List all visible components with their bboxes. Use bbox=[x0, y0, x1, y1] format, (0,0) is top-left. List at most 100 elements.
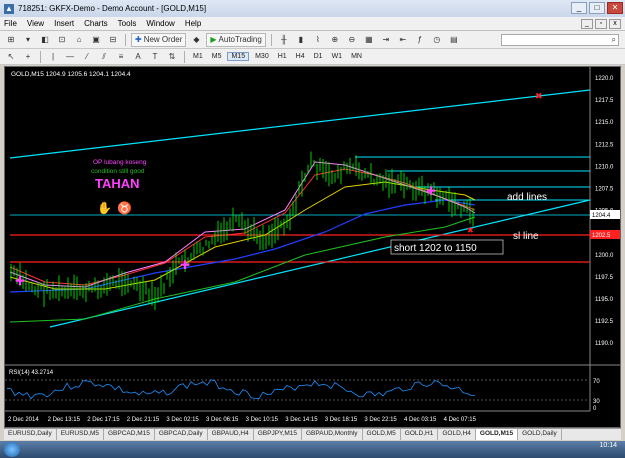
drawing-toolbar: ↖ + | — ⁄ ⫽ ≡ A T ⇅ M1 M5 M15 M30 H1 H4 … bbox=[0, 49, 625, 65]
data-window-icon[interactable]: ⊡ bbox=[55, 33, 69, 47]
timeframe-h4[interactable]: H4 bbox=[293, 53, 308, 60]
horizontal-line-icon[interactable]: — bbox=[63, 50, 77, 64]
rsi-level-30: 30 bbox=[593, 399, 600, 405]
search-input[interactable]: ⌕ bbox=[501, 34, 619, 46]
chart-tab[interactable]: GBPCAD,Daily bbox=[155, 429, 208, 440]
chart-tab[interactable]: GBPJPY,M15 bbox=[254, 429, 302, 440]
trendline-icon[interactable]: ⁄ bbox=[80, 50, 94, 64]
arrows-icon[interactable]: ⇅ bbox=[165, 50, 179, 64]
time-label: 4 Dec 03:15 bbox=[404, 417, 437, 423]
chart-tabs: EURUSD,Daily EURUSD,M5 GBPCAD,M15 GBPCAD,Da… bbox=[4, 428, 621, 440]
price-label: 1207.5 bbox=[595, 187, 614, 193]
bar-chart-icon[interactable]: ╫ bbox=[277, 33, 291, 47]
timeframe-m1[interactable]: M1 bbox=[190, 53, 206, 60]
meta-editor-icon[interactable]: ◆ bbox=[189, 33, 203, 47]
price-label: 1200.0 bbox=[595, 253, 614, 259]
fibonacci-icon[interactable]: ≡ bbox=[114, 50, 128, 64]
crosshair-icon[interactable]: + bbox=[21, 50, 35, 64]
zoom-out-icon[interactable]: ⊖ bbox=[345, 33, 359, 47]
timeframe-m30[interactable]: M30 bbox=[252, 53, 272, 60]
mdi-controls: _ ▫ x bbox=[581, 19, 621, 29]
time-label: 3 Dec 06:15 bbox=[206, 417, 239, 423]
text-tool-icon[interactable]: A bbox=[131, 50, 145, 64]
chart-shift-icon[interactable]: ⇤ bbox=[396, 33, 410, 47]
add-lines-annotation: add lines bbox=[507, 192, 547, 203]
chart-tab[interactable]: GBPAUD,Monthly bbox=[302, 429, 363, 440]
time-label: 2 Dec 17:15 bbox=[87, 417, 120, 423]
line-chart-icon[interactable]: ⌇ bbox=[311, 33, 325, 47]
auto-scroll-icon[interactable]: ⇥ bbox=[379, 33, 393, 47]
timeframe-mn[interactable]: MN bbox=[348, 53, 365, 60]
price-label: 1210.0 bbox=[595, 164, 614, 170]
menu-window[interactable]: Window bbox=[146, 19, 174, 28]
label-tool-icon[interactable]: T bbox=[148, 50, 162, 64]
sell-arrow-icon: ✚ bbox=[180, 258, 190, 272]
chart-tab[interactable]: GOLD,M15 bbox=[475, 429, 519, 440]
zoom-in-icon[interactable]: ⊕ bbox=[328, 33, 342, 47]
chart-tab[interactable]: GBPCAD,M15 bbox=[104, 429, 155, 440]
time-labels: 2 Dec 2014 2 Dec 13:15 2 Dec 17:15 2 Dec 21… bbox=[8, 417, 477, 423]
terminal-icon[interactable]: ▣ bbox=[89, 33, 103, 47]
separator bbox=[184, 50, 185, 63]
chart-tab[interactable]: GOLD,M5 bbox=[363, 429, 401, 440]
indicators-icon[interactable]: ƒ bbox=[413, 33, 427, 47]
thumbs-up-icon: ♉ bbox=[117, 201, 132, 215]
current-price-value: 1204.4 bbox=[592, 213, 611, 219]
navigator-icon[interactable]: ⌂ bbox=[72, 33, 86, 47]
candlestick-icon[interactable]: ▮ bbox=[294, 33, 308, 47]
autotrading-button[interactable]: ▶ AutoTrading bbox=[206, 32, 266, 47]
chart-tab[interactable]: GOLD,Daily bbox=[518, 429, 562, 440]
time-label: 2 Dec 2014 bbox=[8, 417, 39, 423]
close-button[interactable]: ✕ bbox=[607, 2, 623, 14]
market-watch-icon[interactable]: ◧ bbox=[38, 33, 52, 47]
chart-tab[interactable]: GOLD,H4 bbox=[438, 429, 476, 440]
chart-tab[interactable]: EURUSD,Daily bbox=[4, 429, 57, 440]
tile-windows-icon[interactable]: ▦ bbox=[362, 33, 376, 47]
time-label: 3 Dec 18:15 bbox=[325, 417, 358, 423]
profiles-icon[interactable]: ▾ bbox=[21, 33, 35, 47]
vertical-line-icon[interactable]: | bbox=[46, 50, 60, 64]
timeframe-m5[interactable]: M5 bbox=[209, 53, 225, 60]
timeframe-d1[interactable]: D1 bbox=[311, 53, 326, 60]
templates-icon[interactable]: ▤ bbox=[447, 33, 461, 47]
separator bbox=[125, 33, 126, 46]
mdi-close-button[interactable]: x bbox=[609, 19, 621, 29]
new-chart-icon[interactable]: ⊞ bbox=[4, 33, 18, 47]
chart-tab[interactable]: EURUSD,M5 bbox=[57, 429, 104, 440]
rsi-level-70: 70 bbox=[593, 379, 600, 385]
menu-file[interactable]: File bbox=[4, 19, 17, 28]
new-order-icon: ✚ bbox=[135, 35, 142, 44]
autotrading-icon: ▶ bbox=[210, 35, 217, 44]
strategy-tester-icon[interactable]: ⊟ bbox=[106, 33, 120, 47]
mdi-minimize-button[interactable]: _ bbox=[581, 19, 593, 29]
price-chart[interactable]: GOLD,M15 1204.9 1205.6 1204.1 1204.4 122… bbox=[5, 67, 620, 427]
search-icon[interactable]: ⌕ bbox=[612, 35, 616, 45]
menu-charts[interactable]: Charts bbox=[84, 19, 108, 28]
mdi-restore-button[interactable]: ▫ bbox=[595, 19, 607, 29]
standard-toolbar: ⊞ ▾ ◧ ⊡ ⌂ ▣ ⊟ ✚ New Order ◆ ▶ AutoTrading … bbox=[0, 31, 625, 49]
start-button[interactable] bbox=[4, 442, 20, 457]
minimize-button[interactable]: _ bbox=[571, 2, 587, 14]
menu-help[interactable]: Help bbox=[185, 19, 201, 28]
timeframe-w1[interactable]: W1 bbox=[329, 53, 346, 60]
time-label: 3 Dec 22:15 bbox=[364, 417, 397, 423]
new-order-button[interactable]: ✚ New Order bbox=[131, 32, 187, 47]
menu-tools[interactable]: Tools bbox=[118, 19, 137, 28]
channel-upper-line bbox=[9, 89, 591, 159]
time-label: 3 Dec 14:15 bbox=[285, 417, 318, 423]
chart-tab[interactable]: GOLD,H1 bbox=[401, 429, 439, 440]
rsi-level-0: 0 bbox=[593, 406, 597, 412]
chart-tab[interactable]: GBPAUD,H4 bbox=[208, 429, 254, 440]
red-level-value: 1202.5 bbox=[592, 233, 611, 239]
timeframe-h1[interactable]: H1 bbox=[275, 53, 290, 60]
maximize-button[interactable]: □ bbox=[589, 2, 605, 14]
channel-icon[interactable]: ⫽ bbox=[97, 50, 111, 64]
chart-window[interactable]: GOLD,M15 1204.9 1205.6 1204.1 1204.4 122… bbox=[4, 66, 621, 428]
timeframe-m15[interactable]: M15 bbox=[227, 52, 250, 61]
app-icon: ▲ bbox=[4, 3, 14, 14]
periodicity-icon[interactable]: ◷ bbox=[430, 33, 444, 47]
menu-insert[interactable]: Insert bbox=[54, 19, 74, 28]
title-bar: ▲ 718251: GKFX-Demo - Demo Account - [GO… bbox=[0, 0, 625, 17]
cursor-icon[interactable]: ↖ bbox=[4, 50, 18, 64]
menu-view[interactable]: View bbox=[27, 19, 44, 28]
